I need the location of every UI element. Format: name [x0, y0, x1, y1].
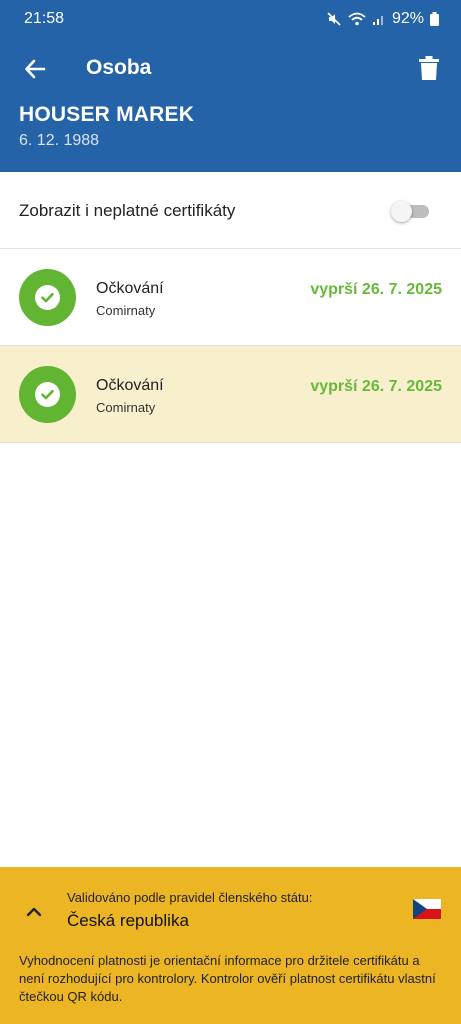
person-birthdate: 6. 12. 1988 — [19, 132, 100, 149]
chevron-up-icon — [26, 907, 42, 917]
back-button[interactable] — [18, 52, 52, 86]
toggle-label: Zobrazit i neplatné certifikáty — [19, 201, 236, 220]
trash-icon — [419, 56, 439, 80]
certificate-row[interactable]: Očkování Comirnaty vyprší 26. 7. 2025 — [0, 346, 461, 443]
expand-rules-button[interactable] — [20, 898, 48, 926]
battery-icon — [430, 12, 439, 26]
wifi-icon — [348, 12, 366, 26]
show-invalid-switch[interactable] — [391, 199, 431, 223]
rules-label: Validováno podle pravidel členského stát… — [67, 890, 313, 905]
certificate-row[interactable]: Očkování Comirnaty vyprší 26. 7. 2025 — [0, 249, 461, 346]
app-header: 21:58 92% Osoba HOUSER MAREK 6. 12. 1988 — [0, 0, 461, 172]
certificate-type: Očkování — [96, 280, 164, 297]
certificate-expiry: vyprší 26. 7. 2025 — [310, 378, 442, 395]
validity-disclaimer: Vyhodnocení platnosti je orientační info… — [19, 953, 436, 1004]
invalid-certificates-toggle-row[interactable]: Zobrazit i neplatné certifikáty — [0, 172, 461, 249]
mute-icon — [327, 12, 341, 26]
status-bar: 21:58 92% — [0, 0, 461, 38]
certificate-vaccine: Comirnaty — [96, 303, 156, 318]
status-time: 21:58 — [24, 10, 65, 27]
delete-button[interactable] — [411, 50, 447, 86]
valid-status-icon — [19, 269, 76, 326]
battery-percent: 92% — [391, 10, 424, 27]
valid-status-icon — [19, 366, 76, 423]
check-icon — [41, 389, 54, 400]
status-indicators: 92% — [326, 10, 439, 28]
check-icon — [41, 292, 54, 303]
person-name: HOUSER MAREK — [19, 103, 195, 126]
page-title: Osoba — [86, 56, 152, 79]
certificate-expiry: vyprší 26. 7. 2025 — [310, 281, 442, 298]
toolbar: Osoba — [0, 44, 461, 92]
validation-rules-panel: Validováno podle pravidel členského stát… — [0, 867, 461, 1024]
arrow-left-icon — [25, 59, 46, 79]
rules-country[interactable]: Česká republika — [67, 911, 189, 931]
signal-icon — [372, 16, 383, 25]
certificate-vaccine: Comirnaty — [96, 400, 156, 415]
switch-thumb — [391, 201, 412, 222]
czech-flag-icon — [413, 899, 441, 919]
certificate-type: Očkování — [96, 377, 164, 394]
